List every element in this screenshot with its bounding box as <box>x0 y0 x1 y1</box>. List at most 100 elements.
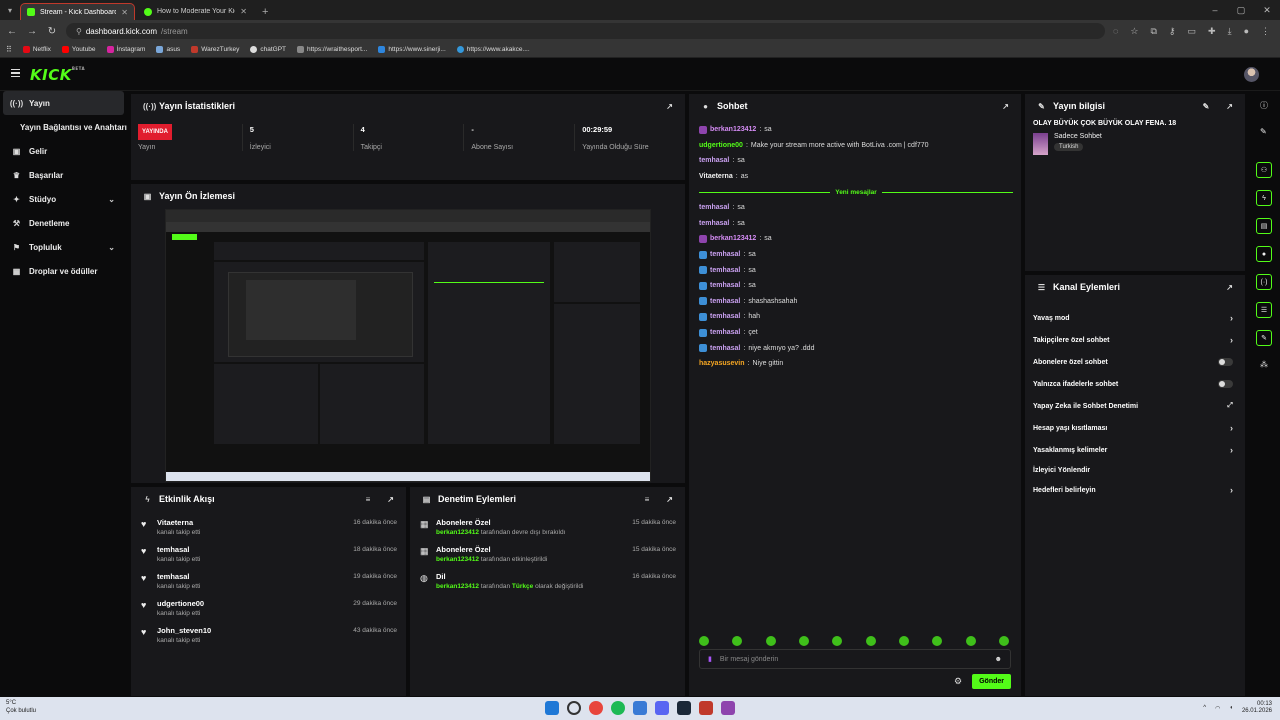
window-close-icon[interactable]: ✕ <box>1254 0 1280 20</box>
popout-icon[interactable]: ↗ <box>666 102 673 111</box>
chrome-icon[interactable] <box>589 701 603 715</box>
filter-icon[interactable]: ≡ <box>366 495 371 504</box>
bookmark-sinerji[interactable]: https://www.sinerji... <box>378 46 446 53</box>
bookmark-warezturkey[interactable]: WarezTurkey <box>191 46 239 53</box>
close-icon[interactable]: ✕ <box>240 7 247 16</box>
sidebar-item-basarilar[interactable]: ♛ Başarılar <box>0 163 127 187</box>
chat-username[interactable]: hazyasusevin <box>699 360 745 367</box>
profile-icon[interactable]: ● <box>1244 26 1249 37</box>
popout-icon[interactable]: ↗ <box>1226 283 1233 292</box>
action-followers-only[interactable]: Takipçilere özel sohbet › <box>1025 329 1245 351</box>
maximize-icon[interactable]: ▢ <box>1228 0 1254 20</box>
card-icon[interactable]: ▭ <box>1188 26 1197 37</box>
chat-username[interactable]: berkan123412 <box>710 126 756 133</box>
rail-stack-button[interactable]: ☰ <box>1256 302 1272 318</box>
chat-username[interactable]: temhasal <box>710 329 740 336</box>
kick-logo[interactable]: KICKBETA <box>30 66 85 84</box>
action-ai-moderation[interactable]: Yapay Zeka ile Sohbet Denetimi ⤢ <box>1025 395 1245 417</box>
tray-chevron-icon[interactable]: ^ <box>1203 705 1206 711</box>
chat-username[interactable]: udgertione00 <box>699 142 743 149</box>
chat-username[interactable]: temhasal <box>710 282 740 289</box>
app2-icon[interactable] <box>721 701 735 715</box>
widgets-icon[interactable]: ⁂ <box>1260 360 1268 369</box>
bookmark-akakce[interactable]: https://www.akakce.... <box>456 46 530 53</box>
wifi-icon[interactable]: ◠ <box>1215 705 1220 712</box>
edit-icon[interactable]: ✎ <box>1203 102 1210 111</box>
search-icon[interactable] <box>567 701 581 715</box>
back-icon[interactable]: ← <box>6 26 18 37</box>
filter-icon[interactable]: ≡ <box>645 495 650 504</box>
bookmark-youtube[interactable]: Youtube <box>61 46 96 53</box>
rail-mod-button[interactable]: ⚇ <box>1256 162 1272 178</box>
obs-icon[interactable] <box>699 701 713 715</box>
tab-kick-dashboard[interactable]: Stream - Kick Dashboard ✕ <box>20 3 135 20</box>
pencil-icon[interactable]: ✎ <box>1260 127 1267 136</box>
windows-start-icon[interactable] <box>545 701 559 715</box>
action-set-goals[interactable]: Hedefleri belirleyin › <box>1025 479 1245 501</box>
download-icon[interactable]: ⤓ <box>1228 26 1232 37</box>
emote-icon[interactable] <box>732 636 743 646</box>
bookmark-star-icon[interactable]: ☆ <box>1130 26 1138 37</box>
sidebar-item-studyo[interactable]: ✦ Stüdyo ⌄ <box>0 187 127 211</box>
sidebar-item-yayin[interactable]: ((·)) Yayın <box>3 91 124 115</box>
emote-icon[interactable] <box>865 636 876 646</box>
info-icon[interactable]: ⓘ <box>1260 100 1268 111</box>
spotify-icon[interactable] <box>611 701 625 715</box>
steam-icon[interactable] <box>677 701 691 715</box>
sidebar-item-droplar[interactable]: ▦ Droplar ve ödüller <box>0 259 127 283</box>
action-slow-mode[interactable]: Yavaş mod › <box>1025 307 1245 329</box>
emote-icon[interactable] <box>932 636 943 646</box>
apps-grid-icon[interactable]: ⠿ <box>6 45 12 54</box>
emote-icon[interactable] <box>832 636 843 646</box>
discord-icon[interactable] <box>655 701 669 715</box>
minimize-icon[interactable]: – <box>1202 0 1228 20</box>
chat-username[interactable]: berkan123412 <box>710 235 756 242</box>
key-icon[interactable]: ⚷ <box>1169 26 1176 37</box>
emote-icon[interactable] <box>699 636 709 646</box>
action-account-age[interactable]: Hesap yaşı kısıtlaması › <box>1025 417 1245 439</box>
chat-username[interactable]: temhasal <box>710 267 740 274</box>
emote-icon[interactable] <box>765 636 776 646</box>
emote-icon[interactable] <box>965 636 976 646</box>
chat-input[interactable]: ▮ Bir mesaj gönderin ☻ <box>699 649 1011 669</box>
sidebar-item-gelir[interactable]: ▣ Gelir <box>0 139 127 163</box>
chat-username[interactable]: Vitaeterna <box>699 173 733 180</box>
settings-gear-icon[interactable]: ⚙ <box>954 676 962 687</box>
rail-document-button[interactable]: ▤ <box>1256 218 1272 234</box>
url-field[interactable]: ⚲ dashboard.kick.com/stream <box>66 23 1106 39</box>
bookmark-asus[interactable]: asus <box>156 46 180 53</box>
clock[interactable]: 00:13 26.01.2026 <box>1242 701 1272 715</box>
weather-widget[interactable]: 5°C Çok bulutlu <box>6 699 36 715</box>
forward-icon[interactable]: → <box>26 26 38 37</box>
mic-icon[interactable]: ▮ <box>708 655 712 663</box>
chat-username[interactable]: temhasal <box>699 220 729 227</box>
chat-username[interactable]: temhasal <box>710 298 740 305</box>
emote-icon[interactable] <box>798 636 809 646</box>
tab-menu-icon[interactable]: ▾ <box>0 0 20 20</box>
sidebar-item-denetleme[interactable]: ⚒ Denetleme <box>0 211 127 235</box>
sidebar-item-topluluk[interactable]: ⚑ Topluluk ⌄ <box>0 235 127 259</box>
rail-wrench-button[interactable]: ✎ <box>1256 330 1272 346</box>
popout-icon[interactable]: ↗ <box>387 495 394 504</box>
avatar[interactable] <box>1244 67 1259 82</box>
chat-message-list[interactable]: berkan123412: sa udgertione00: Make your st… <box>689 118 1021 372</box>
more-icon[interactable]: ⋮ <box>1261 26 1270 37</box>
hamburger-menu-icon[interactable] <box>11 69 20 77</box>
send-button[interactable]: Gönder <box>972 674 1011 689</box>
extensions-icon[interactable]: ⧉ <box>1150 26 1156 37</box>
emotes-only-toggle[interactable] <box>1218 380 1233 388</box>
bookmark-wraithesport[interactable]: https://wraithesport... <box>297 46 367 53</box>
emote-icon[interactable] <box>898 636 909 646</box>
chat-username[interactable]: temhasal <box>710 313 740 320</box>
emoji-icon[interactable]: ☻ <box>995 656 1002 663</box>
app-icon[interactable] <box>633 701 647 715</box>
subscribers-only-toggle[interactable] <box>1218 358 1233 366</box>
rail-lightning-button[interactable]: ϟ <box>1256 190 1272 206</box>
volume-icon[interactable]: ◖ <box>1229 705 1233 711</box>
chat-username[interactable]: temhasal <box>710 251 740 258</box>
rail-chat-button[interactable]: ● <box>1256 246 1272 262</box>
chat-username[interactable]: temhasal <box>699 204 729 211</box>
chat-username[interactable]: temhasal <box>710 345 740 352</box>
rail-broadcast-button[interactable]: (·) <box>1256 274 1272 290</box>
popout-icon[interactable]: ↗ <box>1002 102 1009 111</box>
